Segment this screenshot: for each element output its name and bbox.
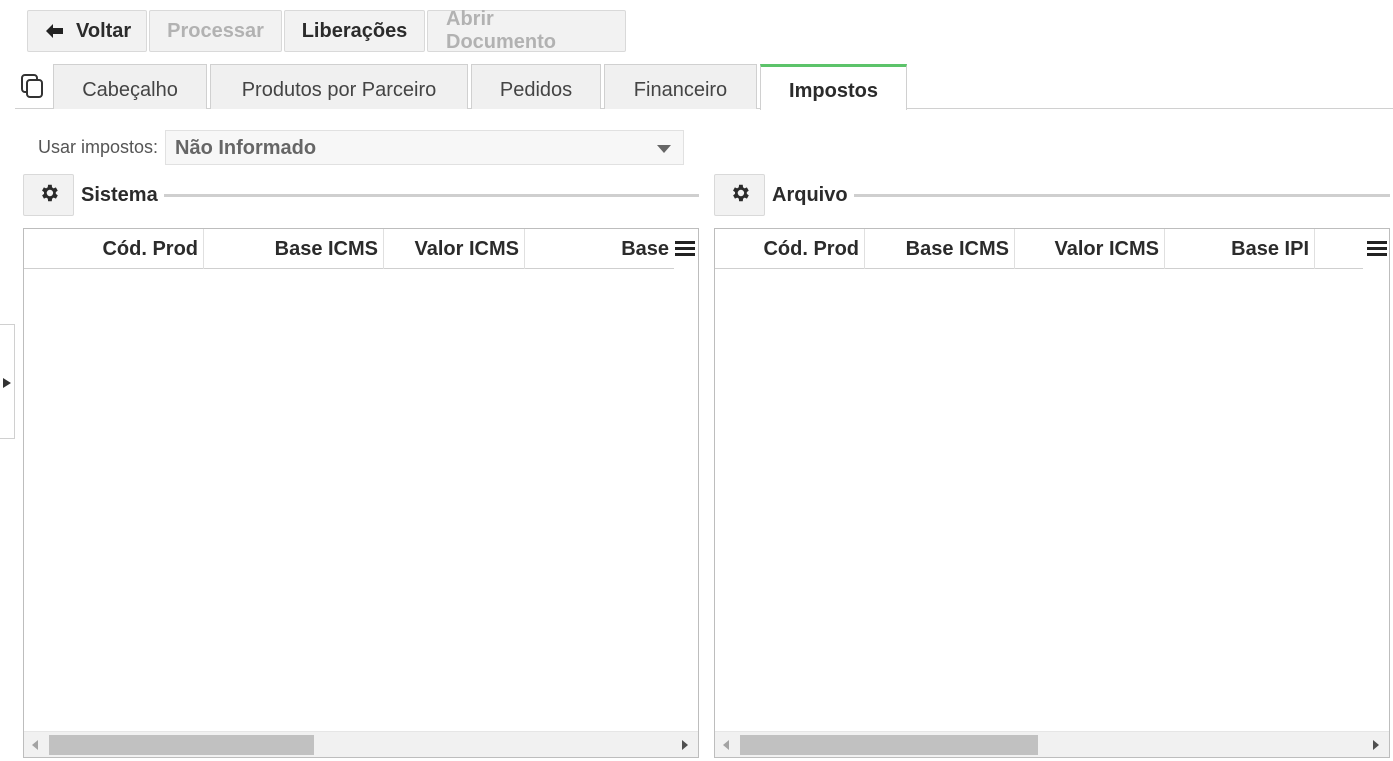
usar-impostos-select[interactable]: Não Informado bbox=[165, 130, 684, 165]
tab-label: Impostos bbox=[789, 80, 878, 102]
open-document-button-label: Abrir Documento bbox=[446, 8, 556, 53]
column-header[interactable]: Cód. Prod bbox=[24, 229, 204, 269]
arquivo-title: Arquivo bbox=[772, 184, 848, 206]
column-header-label: Valor ICMS bbox=[1054, 237, 1159, 260]
scroll-thumb[interactable] bbox=[740, 735, 1038, 755]
horizontal-scrollbar[interactable] bbox=[24, 731, 698, 757]
column-menu-icon[interactable] bbox=[675, 241, 695, 259]
column-header[interactable]: Cód. Prod bbox=[715, 229, 865, 269]
arquivo-grid: Cód. Prod Base ICMS Valor ICMS Base IPI bbox=[714, 228, 1390, 758]
tab-bar: Cabeçalho Produtos por Parceiro Pedidos … bbox=[15, 63, 1393, 110]
column-header[interactable]: Base bbox=[525, 229, 674, 269]
open-document-button[interactable]: Abrir Documento bbox=[427, 8, 626, 53]
column-header[interactable]: Valor ICMS bbox=[384, 229, 525, 269]
grid-header: Cód. Prod Base ICMS Valor ICMS Base IPI bbox=[715, 229, 1363, 269]
gear-icon bbox=[729, 182, 751, 209]
divider bbox=[164, 194, 699, 197]
tab-pedidos[interactable]: Pedidos bbox=[471, 64, 601, 109]
sidebar-toggle[interactable] bbox=[0, 324, 15, 439]
column-header-label: Base IPI bbox=[1231, 237, 1309, 260]
process-button-label: Processar bbox=[167, 19, 264, 42]
scroll-left-icon[interactable] bbox=[32, 740, 38, 750]
horizontal-scrollbar[interactable] bbox=[715, 731, 1389, 757]
sistema-panel: Sistema Cód. Prod Base ICMS Valor ICMS B… bbox=[23, 174, 699, 758]
scroll-left-icon[interactable] bbox=[723, 740, 729, 750]
column-header[interactable]: Base ICMS bbox=[865, 229, 1015, 269]
column-header-label: Cód. Prod bbox=[102, 237, 198, 260]
sistema-grid: Cód. Prod Base ICMS Valor ICMS Base bbox=[23, 228, 699, 758]
usar-impostos-value: Não Informado bbox=[175, 137, 317, 159]
tab-financeiro[interactable]: Financeiro bbox=[604, 64, 757, 109]
scroll-thumb[interactable] bbox=[49, 735, 314, 755]
column-header[interactable]: Base ICMS bbox=[204, 229, 384, 269]
gear-icon bbox=[38, 182, 60, 209]
releases-button[interactable]: Liberações bbox=[284, 10, 425, 52]
scroll-right-icon[interactable] bbox=[682, 740, 688, 750]
chevron-right-icon bbox=[3, 378, 11, 388]
sistema-title: Sistema bbox=[81, 184, 158, 206]
scroll-right-icon[interactable] bbox=[1373, 740, 1379, 750]
tab-label: Cabeçalho bbox=[82, 78, 178, 101]
tab-label: Pedidos bbox=[499, 78, 573, 101]
arquivo-panel: Arquivo Cód. Prod Base ICMS Valor ICMS B… bbox=[714, 174, 1390, 758]
arrow-left-icon bbox=[46, 24, 64, 38]
sistema-settings-button[interactable] bbox=[23, 174, 74, 216]
column-header-label: Base ICMS bbox=[274, 237, 378, 260]
tab-label: Produtos por Parceiro bbox=[241, 78, 437, 101]
column-header-label: Cód. Prod bbox=[763, 237, 859, 260]
app-root: Voltar Processar Liberações Abrir Docume… bbox=[0, 0, 1393, 761]
column-header-label: Base ICMS bbox=[905, 237, 1009, 260]
back-button-label: Voltar bbox=[76, 19, 132, 42]
chevron-down-icon bbox=[657, 145, 671, 153]
column-menu-icon[interactable] bbox=[1367, 241, 1387, 259]
process-button[interactable]: Processar bbox=[149, 10, 282, 52]
column-header[interactable]: Valor ICMS bbox=[1015, 229, 1165, 269]
divider bbox=[854, 194, 1390, 197]
column-header-label: Base bbox=[621, 237, 669, 260]
tab-label: Financeiro bbox=[633, 78, 728, 101]
toolbar: Voltar Processar Liberações Abrir Docume… bbox=[27, 8, 626, 53]
releases-button-label: Liberações bbox=[301, 19, 408, 42]
copy-icon[interactable] bbox=[20, 73, 46, 99]
tab-impostos[interactable]: Impostos bbox=[760, 64, 907, 110]
column-header bbox=[1315, 229, 1363, 269]
column-header[interactable]: Base IPI bbox=[1165, 229, 1315, 269]
arquivo-settings-button[interactable] bbox=[714, 174, 765, 216]
tab-cabecalho[interactable]: Cabeçalho bbox=[53, 64, 207, 109]
back-button[interactable]: Voltar bbox=[27, 10, 147, 52]
tab-produtos-por-parceiro[interactable]: Produtos por Parceiro bbox=[210, 64, 468, 109]
usar-impostos-label: Usar impostos: bbox=[38, 137, 159, 157]
column-header-label: Valor ICMS bbox=[414, 237, 519, 260]
grid-header: Cód. Prod Base ICMS Valor ICMS Base bbox=[24, 229, 674, 269]
